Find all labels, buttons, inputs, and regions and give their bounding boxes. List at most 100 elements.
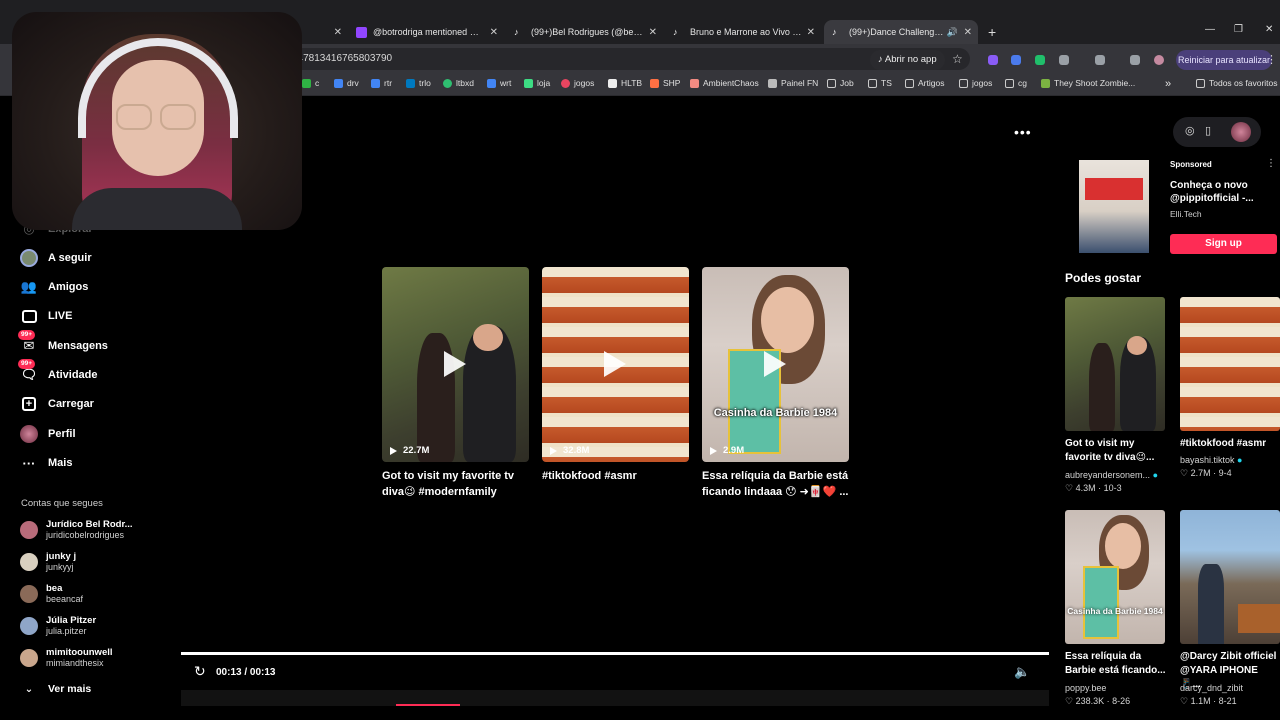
bookmark-folder[interactable]: Job <box>827 78 854 88</box>
heart-icon: ♡ <box>1180 696 1191 706</box>
browser-menu-icon[interactable]: ⋮ <box>1266 53 1277 66</box>
browser-tab-active[interactable]: ♪ (99+)Dance Challenge Insp 🔊 ✕ <box>824 20 978 44</box>
nav-item-following[interactable]: A seguir <box>20 247 92 269</box>
recommended-video-thumbnail[interactable] <box>1180 510 1280 644</box>
recommended-video-caption[interactable]: Essa relíquia da Barbie está ficando... <box>1065 650 1169 678</box>
bookmark-item[interactable]: wrt <box>487 78 511 88</box>
recommended-video-thumbnail[interactable] <box>1180 297 1280 431</box>
nav-item-upload[interactable]: + Carregar <box>20 393 94 415</box>
minimize-icon[interactable]: — <box>1205 24 1215 35</box>
sign-up-button[interactable]: Sign up <box>1170 234 1277 254</box>
bookmark-item[interactable]: Painel FN <box>768 78 818 88</box>
new-tab-button[interactable]: + <box>988 24 996 40</box>
bookmark-folder[interactable]: jogos <box>959 78 992 88</box>
close-tab-icon[interactable]: ✕ <box>649 27 657 38</box>
bookmark-item[interactable]: trlo <box>406 78 431 88</box>
bookmark-label: AmbientChaos <box>703 78 759 88</box>
nav-item-activity[interactable]: 🗨 99+ Atividade <box>18 359 98 386</box>
related-video-card[interactable]: 32.8M <box>542 267 689 462</box>
window-close-icon[interactable]: ✕ <box>1265 24 1273 35</box>
more-options-icon[interactable]: ••• <box>1014 124 1032 140</box>
account-username: beeancaf <box>46 594 84 604</box>
bookmark-item[interactable]: rtr <box>371 78 392 88</box>
bookmark-item[interactable]: c <box>302 78 319 88</box>
bookmark-item[interactable]: ltbxd <box>443 78 474 88</box>
close-tab-icon[interactable]: ✕ <box>334 27 342 38</box>
bookmarks-overflow-icon[interactable]: » <box>1165 78 1171 90</box>
close-tab-icon[interactable]: ✕ <box>964 27 972 38</box>
related-video-card[interactable]: 22.7M <box>382 267 529 462</box>
bookmark-item[interactable]: HLTB <box>608 78 642 88</box>
mobile-icon[interactable]: ▯ <box>1205 124 1211 137</box>
browser-tab[interactable]: ♪ Bruno e Marrone ao Vivo na Pa ✕ <box>673 22 815 42</box>
bookmark-star-icon[interactable]: ☆ <box>952 52 963 66</box>
speaker-icon[interactable]: 🔊 <box>947 27 958 38</box>
video-progress-bar[interactable] <box>181 652 1049 655</box>
recommended-video-thumbnail[interactable]: Casinha da Barbie 1984 <box>1065 510 1165 644</box>
close-tab-icon[interactable]: ✕ <box>490 27 498 38</box>
nav-item-profile[interactable]: Perfil <box>20 423 76 445</box>
nav-label: A seguir <box>48 252 92 264</box>
account-username: juridicobelrodrigues <box>46 530 125 540</box>
recommended-video-caption[interactable]: Got to visit my favorite tv diva😉... <box>1065 437 1169 465</box>
followed-account[interactable]: Júlia Pitzer julia.pitzer <box>20 612 96 640</box>
recommended-video-author[interactable]: bayashi.tiktok ● <box>1180 455 1242 465</box>
nav-item-messages[interactable]: ✉ 99+ Mensagens <box>18 330 108 357</box>
extension-icon[interactable] <box>988 55 998 65</box>
bookmark-folder[interactable]: TS <box>868 78 892 88</box>
compass-icon[interactable]: ◎ <box>1185 124 1195 137</box>
heart-icon: ♡ <box>1180 468 1191 478</box>
nav-item-live[interactable]: LIVE <box>20 305 72 327</box>
ad-title[interactable]: Conheça o novo @pippitofficial -... <box>1170 179 1270 205</box>
nav-label: Mensagens <box>48 340 108 352</box>
nav-item-friends[interactable]: 👥 Amigos <box>20 276 88 298</box>
extension-icon[interactable] <box>1011 55 1021 65</box>
replay-icon[interactable]: ↻ <box>194 663 206 680</box>
friends-icon: 👥 <box>20 279 38 294</box>
tab-title: Bruno e Marrone ao Vivo na Pa <box>690 27 802 37</box>
url-field[interactable]: 547813416765803790 <box>270 48 970 70</box>
related-video-caption[interactable]: Got to visit my favorite tv diva😉 #moder… <box>382 468 532 500</box>
bookmark-item[interactable]: SHP <box>650 78 680 88</box>
volume-icon[interactable]: 🔈 <box>1014 664 1030 680</box>
recommended-video-author[interactable]: poppy.bee <box>1065 683 1106 693</box>
recommended-video-thumbnail[interactable] <box>1065 297 1165 431</box>
followed-account[interactable]: Jurídico Bel Rodr... juridicobelrodrigues <box>20 516 133 544</box>
bookmark-item[interactable]: They Shoot Zombie... <box>1041 78 1135 88</box>
bookmark-label: jogos <box>972 78 993 88</box>
followed-account[interactable]: junky j junkyyj <box>20 548 76 576</box>
ad-thumbnail[interactable] <box>1079 160 1149 253</box>
incognito-icon[interactable] <box>1095 55 1105 65</box>
bookmark-item[interactable]: jogos <box>561 78 594 88</box>
ad-options-icon[interactable]: ⋮ <box>1266 158 1276 169</box>
open-in-app-button[interactable]: ♪ Abrir no app <box>870 50 945 70</box>
bookmark-item[interactable]: drv <box>334 78 359 88</box>
browser-tab[interactable]: ♪ (99+)Bel Rodrigues (@belarodr ✕ <box>514 22 657 42</box>
bookmark-item[interactable]: loja <box>524 78 550 88</box>
profile-avatar-icon[interactable] <box>1231 122 1251 142</box>
restart-to-update-button[interactable]: Reiniciar para atualizar <box>1176 50 1272 70</box>
extensions-puzzle-icon[interactable] <box>1059 55 1069 65</box>
related-video-caption[interactable]: Essa relíquia da Barbie está ficando lin… <box>702 468 852 500</box>
tiktok-icon: ♪ <box>878 54 885 65</box>
extension-icon[interactable] <box>1035 55 1045 65</box>
recommended-video-author[interactable]: aubreyandersonem... ● <box>1065 470 1158 480</box>
see-more-button[interactable]: ⌄ Ver mais <box>20 678 91 700</box>
bookmark-folder[interactable]: cg <box>1005 78 1027 88</box>
bookmark-item[interactable]: AmbientChaos <box>690 78 759 88</box>
chevron-down-icon: ⌄ <box>24 683 34 695</box>
bookmark-folder[interactable]: Artigos <box>905 78 944 88</box>
close-tab-icon[interactable]: ✕ <box>807 27 815 38</box>
followed-account[interactable]: mimitoounwell mimiandthesix <box>20 644 113 672</box>
recommended-video-caption[interactable]: #tiktokfood #asmr <box>1180 437 1280 451</box>
recommended-video-author[interactable]: darcy_dnd_zibit <box>1180 683 1243 693</box>
nav-item-more[interactable]: ··· Mais <box>20 452 73 474</box>
sidepanel-icon[interactable] <box>1130 55 1140 65</box>
restore-icon[interactable]: ❐ <box>1234 24 1243 35</box>
profile-avatar-icon[interactable] <box>1154 55 1164 65</box>
all-bookmarks-folder[interactable]: Todos os favoritos <box>1196 78 1278 88</box>
related-video-card[interactable]: Casinha da Barbie 1984 2.9M <box>702 267 849 462</box>
followed-account[interactable]: bea beeancaf <box>20 580 83 608</box>
browser-tab[interactable]: @botrodriga mentioned you ✕ <box>356 22 498 42</box>
related-video-caption[interactable]: #tiktokfood #asmr <box>542 468 692 484</box>
